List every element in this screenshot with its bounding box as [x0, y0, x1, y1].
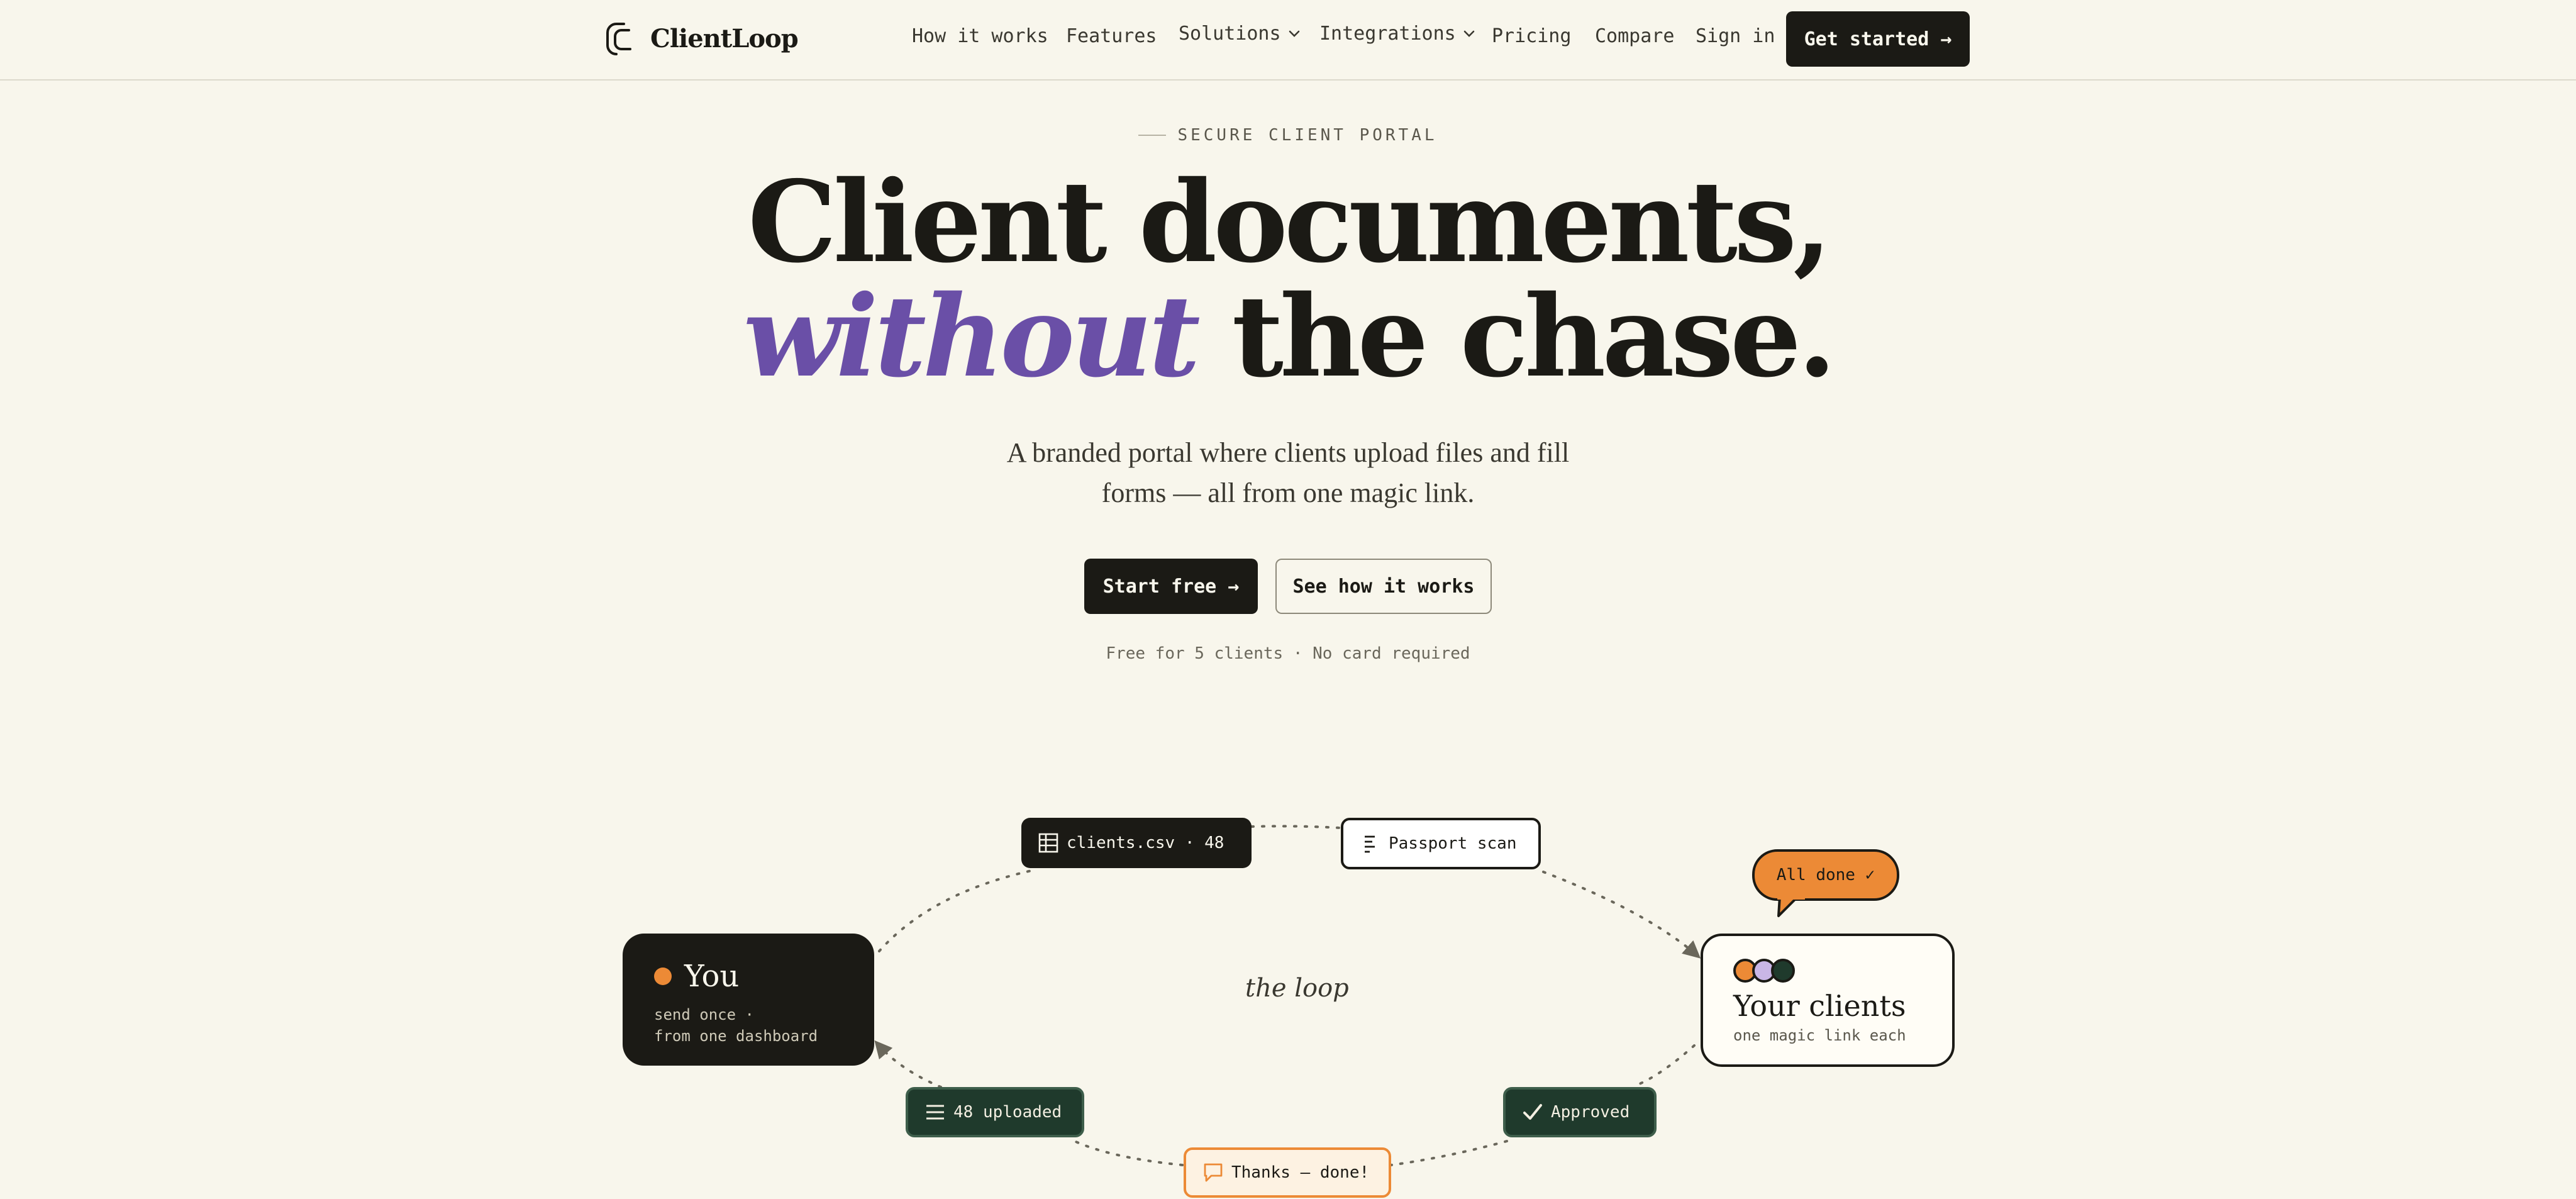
- connector-you-to-csv: [878, 869, 1033, 952]
- clients-card-title: Your clients: [1733, 989, 1906, 1023]
- chip-label: 48 uploaded: [953, 1103, 1062, 1122]
- chip-label: All done ✓: [1776, 866, 1875, 884]
- start-free-button[interactable]: Start free →: [1084, 559, 1258, 614]
- headline-line-2-rest: the chase.: [1196, 270, 1836, 402]
- top-navigation: ClientLoop How it works Features Solutio…: [0, 0, 2576, 81]
- nav-link-how-it-works[interactable]: How it works: [912, 25, 1048, 47]
- chip-all-done: All done ✓: [1752, 849, 1899, 901]
- chip-label: Thanks — done!: [1231, 1163, 1370, 1182]
- you-card-subtitle-line1: send once ·: [654, 1006, 754, 1023]
- table-icon: [1038, 833, 1058, 853]
- hero-eyebrow: SECURE CLIENT PORTAL: [0, 126, 2576, 145]
- loop-center-label: the loop: [1245, 974, 1349, 1003]
- nav-link-label: Pricing: [1492, 25, 1572, 47]
- connector-thanks-to-uploaded: [1068, 1137, 1184, 1166]
- chip-thanks-done: Thanks — done!: [1184, 1147, 1391, 1198]
- headline-line-1: Client documents,: [747, 156, 1832, 287]
- chevron-down-icon: [1289, 30, 1299, 37]
- nav-link-label: Compare: [1595, 25, 1675, 47]
- nav-links: How it works Features Solutions Integrat…: [0, 23, 2576, 55]
- client-avatars: [1733, 959, 1922, 983]
- chip-label: Passport scan: [1389, 834, 1517, 853]
- message-icon: [1204, 1163, 1223, 1182]
- headline-accent-word: without: [743, 270, 1201, 402]
- hero-headline: Client documents, without the chase.: [0, 165, 2576, 394]
- chip-passport-scan: Passport scan: [1341, 818, 1541, 869]
- nav-link-pricing[interactable]: Pricing: [1492, 25, 1571, 47]
- chip-48-uploaded: 48 uploaded: [906, 1087, 1084, 1137]
- connector-approved-to-thanks: [1390, 1140, 1508, 1166]
- speech-bubble-tail-icon: [1777, 896, 1805, 917]
- chip-clients-csv: clients.csv · 48: [1021, 818, 1252, 868]
- nav-link-sign-in[interactable]: Sign in: [1696, 25, 1775, 47]
- clients-card-subtitle: one magic link each: [1733, 1027, 1906, 1044]
- connector-clients-to-approved: [1634, 1044, 1696, 1087]
- eyebrow-text: SECURE CLIENT PORTAL: [1177, 126, 1438, 145]
- nav-link-label: Solutions: [1179, 23, 1281, 45]
- hero-subtitle: A branded portal where clients upload fi…: [1006, 437, 1570, 508]
- nav-link-integrations[interactable]: Integrations: [1319, 23, 1476, 45]
- chevron-down-icon: [1463, 30, 1475, 37]
- list-icon: [926, 1105, 944, 1120]
- eyebrow-dash: [1138, 135, 1167, 136]
- connector-passport-to-clients: [1542, 871, 1701, 959]
- chip-approved: Approved: [1503, 1087, 1657, 1137]
- nav-link-label: Sign in: [1696, 25, 1775, 47]
- connector-uploaded-to-you: [874, 1040, 942, 1088]
- connector-csv-to-passport: [1250, 825, 1341, 829]
- nav-link-label: How it works: [912, 25, 1048, 47]
- checkmark-icon: [1523, 1104, 1542, 1120]
- nav-link-label: Features: [1066, 25, 1157, 47]
- nav-link-compare[interactable]: Compare: [1595, 25, 1674, 47]
- you-card-title: You: [684, 959, 740, 994]
- you-card-subtitle-line2: from one dashboard: [654, 1027, 818, 1045]
- nav-link-label: Integrations: [1319, 23, 1456, 45]
- hero-fineprint: Free for 5 clients · No card required: [1106, 644, 1470, 663]
- chip-label: clients.csv · 48: [1067, 834, 1224, 852]
- clients-card: Your clients one magic link each: [1701, 934, 1955, 1067]
- get-started-button[interactable]: Get started →: [1786, 11, 1970, 67]
- chip-label: Approved: [1551, 1103, 1630, 1122]
- nav-link-features[interactable]: Features: [1066, 25, 1157, 47]
- you-card: You send once · from one dashboard: [623, 934, 874, 1066]
- see-how-it-works-button[interactable]: See how it works: [1275, 559, 1492, 614]
- nav-link-solutions[interactable]: Solutions: [1179, 23, 1301, 45]
- document-lines-icon: [1365, 835, 1375, 853]
- status-dot: [654, 968, 672, 985]
- avatar: [1771, 959, 1795, 983]
